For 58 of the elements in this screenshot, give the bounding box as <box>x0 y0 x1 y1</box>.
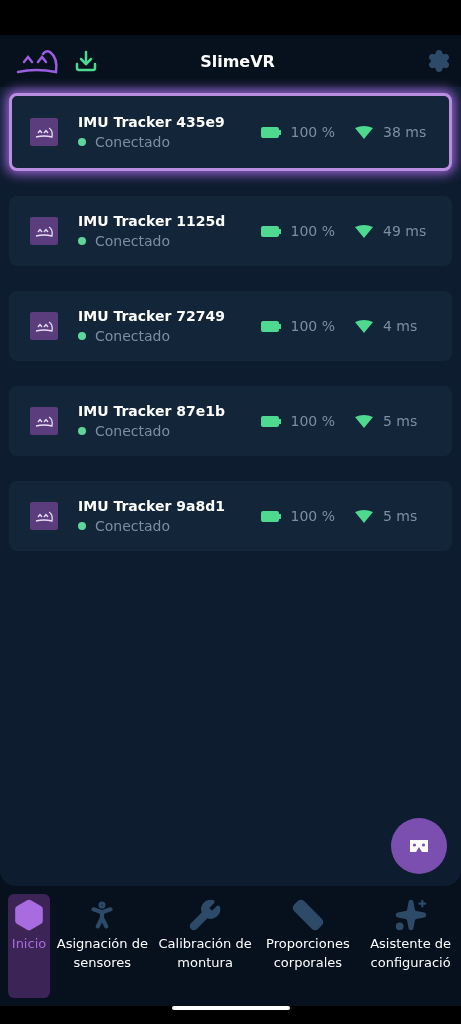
ping-reading: 4 ms <box>383 318 418 334</box>
battery-reading: 100 % <box>290 318 335 334</box>
tracker-name: IMU Tracker 9a8d1 <box>78 498 226 514</box>
tracker-name: IMU Tracker 1125d <box>78 213 227 229</box>
tracker-icon <box>30 502 58 530</box>
tracker-name: IMU Tracker 87e1b <box>78 403 226 419</box>
tracker-icon <box>30 312 58 340</box>
battery-icon <box>260 415 281 427</box>
tracker-card[interactable]: IMU Tracker 72749 Conectado 100 % 4 ms <box>9 291 452 361</box>
signal-icon <box>355 509 373 523</box>
cube-icon <box>12 898 46 932</box>
nav-tab[interactable]: Inicio <box>8 894 50 998</box>
app-title: SlimeVR <box>199 51 276 71</box>
wrench-icon <box>188 898 223 932</box>
tracker-icon <box>30 118 58 146</box>
battery-reading: 100 % <box>290 124 335 140</box>
signal-icon <box>355 414 373 428</box>
nav-tab[interactable]: Proporciones corporales <box>257 894 359 976</box>
battery-icon <box>260 225 281 237</box>
nav-tab[interactable]: Asignación de sensores <box>52 894 153 976</box>
tracker-status: Conectado <box>95 233 171 249</box>
battery-icon <box>260 320 281 332</box>
nav-tab[interactable]: Calibración de montura <box>154 894 256 976</box>
nav-tab[interactable]: Asistente de configuració <box>360 894 461 976</box>
tracker-card[interactable]: IMU Tracker 87e1b Conectado 100 % 5 ms <box>9 386 452 456</box>
status-dot <box>78 522 86 530</box>
tracker-card[interactable]: IMU Tracker 1125d Conectado 100 % 49 ms <box>9 196 452 266</box>
download-icon[interactable] <box>74 49 98 73</box>
status-dot <box>78 332 86 340</box>
tracker-status: Conectado <box>95 328 171 344</box>
status-dot <box>78 138 86 146</box>
status-dot <box>78 427 86 435</box>
signal-icon <box>355 224 373 238</box>
battery-icon <box>260 510 281 522</box>
vr-button[interactable] <box>391 818 447 874</box>
tracker-card[interactable]: IMU Tracker 435e9 Conectado 100 % 38 ms <box>9 93 452 171</box>
ping-reading: 5 ms <box>383 508 418 524</box>
tracker-status: Conectado <box>95 423 171 439</box>
battery-reading: 100 % <box>290 508 335 524</box>
tracker-name: IMU Tracker 72749 <box>78 308 226 324</box>
tracker-name: IMU Tracker 435e9 <box>78 114 226 130</box>
ping-reading: 49 ms <box>383 223 427 239</box>
status-dot <box>78 237 86 245</box>
signal-icon <box>355 125 373 139</box>
vr-headset-icon <box>409 839 429 853</box>
tracker-card[interactable]: IMU Tracker 9a8d1 Conectado 100 % 5 ms <box>9 481 452 551</box>
signal-icon <box>355 319 373 333</box>
slime-logo-icon <box>16 48 60 74</box>
tracker-status: Conectado <box>95 134 171 150</box>
tracker-icon <box>30 407 58 435</box>
ping-reading: 5 ms <box>383 413 418 429</box>
sparkles-icon <box>393 898 428 932</box>
ping-reading: 38 ms <box>383 124 427 140</box>
battery-reading: 100 % <box>290 413 335 429</box>
tracker-icon <box>30 217 58 245</box>
battery-reading: 100 % <box>290 223 335 239</box>
tracker-status: Conectado <box>95 518 171 534</box>
battery-icon <box>260 126 281 138</box>
